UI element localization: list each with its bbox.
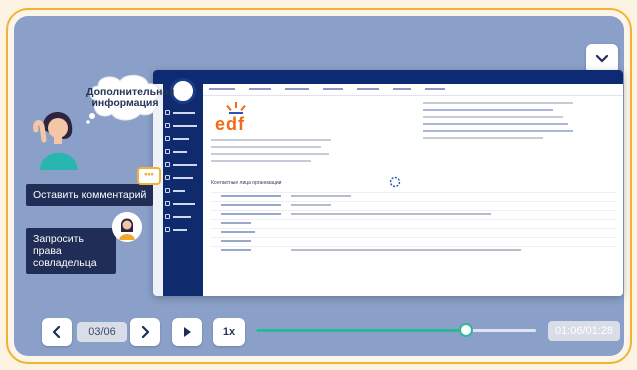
contacts-table bbox=[211, 192, 617, 255]
progress-fill bbox=[256, 329, 466, 332]
contacts-section-title: Контактные лица организации bbox=[211, 180, 282, 186]
loading-spinner-icon bbox=[389, 176, 401, 188]
app-menu-item bbox=[163, 119, 207, 132]
app-topbar bbox=[153, 70, 623, 84]
progress-thumb[interactable] bbox=[459, 323, 473, 337]
app-menu-item bbox=[163, 106, 207, 119]
app-tabs bbox=[203, 84, 623, 96]
chevron-left-icon bbox=[52, 326, 61, 338]
app-menu-item bbox=[163, 158, 207, 171]
company-attributes bbox=[423, 98, 573, 144]
company-logo-text: edf bbox=[215, 114, 245, 134]
app-main-panel: edf Контактные лица организации bbox=[203, 84, 623, 296]
table-row bbox=[211, 219, 617, 228]
previous-slide-button[interactable] bbox=[42, 318, 72, 346]
table-row bbox=[211, 246, 617, 255]
table-row bbox=[211, 210, 617, 219]
presenter-avatar bbox=[33, 112, 78, 170]
chevron-right-icon bbox=[141, 326, 150, 338]
app-menu-item bbox=[163, 171, 207, 184]
app-menu-item bbox=[163, 197, 207, 210]
app-menu-item bbox=[163, 184, 207, 197]
comment-label: Оставить комментарий bbox=[26, 184, 154, 206]
next-slide-button[interactable] bbox=[130, 318, 160, 346]
app-menu-item bbox=[163, 132, 207, 145]
request-rights-label: Запросить права совладельца bbox=[26, 228, 116, 274]
app-menu-item bbox=[163, 223, 207, 236]
speed-button[interactable]: 1x bbox=[213, 318, 245, 346]
progress-track[interactable] bbox=[256, 329, 536, 332]
slide-counter: 03/06 bbox=[77, 322, 127, 342]
app-menu bbox=[163, 106, 207, 236]
company-logo: edf bbox=[215, 102, 246, 135]
table-row bbox=[211, 228, 617, 237]
time-display: 01:06/01:28 bbox=[548, 321, 620, 341]
app-menu-item bbox=[163, 210, 207, 223]
table-row bbox=[211, 192, 617, 201]
play-icon bbox=[184, 327, 191, 337]
table-row bbox=[211, 237, 617, 246]
play-button[interactable] bbox=[172, 318, 202, 346]
requester-avatar bbox=[112, 212, 142, 242]
chevron-down-icon bbox=[595, 54, 609, 63]
info-bubble-text: Дополнительная информация bbox=[86, 86, 175, 109]
app-menu-item bbox=[163, 145, 207, 158]
app-screenshot: edf Контактные лица организации bbox=[153, 70, 623, 296]
comment-icon[interactable]: ••• bbox=[137, 167, 161, 185]
speed-label: 1x bbox=[222, 326, 236, 338]
company-details bbox=[211, 136, 331, 167]
table-row bbox=[211, 201, 617, 210]
sun-icon bbox=[226, 102, 246, 114]
